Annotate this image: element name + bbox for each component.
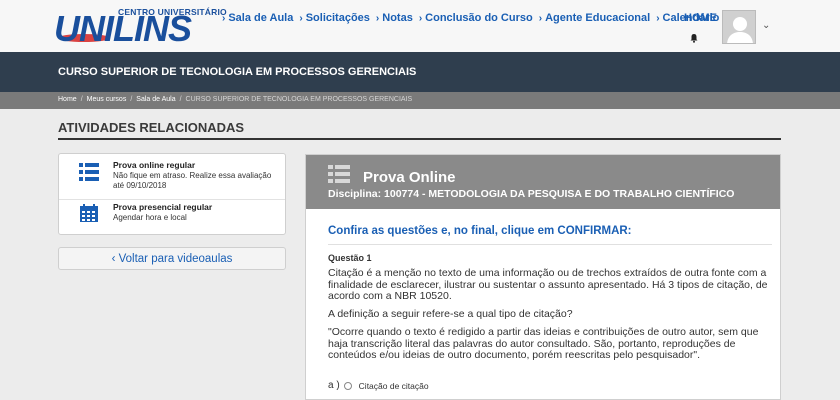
chevron-right-icon: › — [656, 12, 660, 24]
answer-option-a[interactable]: a ) Citação de citação — [328, 380, 429, 391]
nav-label: Sala de Aula — [228, 12, 294, 24]
activity-online-exam[interactable]: Prova online regular Não fique em atraso… — [59, 160, 285, 200]
top-navbar: CENTRO UNIVERSITÁRIO UNILINS › Sala de A… — [0, 0, 840, 52]
user-silhouette-icon — [727, 17, 753, 43]
exam-panel: Prova Online Disciplina: 100774 - METODO… — [305, 154, 781, 400]
breadcrumb-meus-cursos[interactable]: Meus cursos — [87, 96, 127, 103]
list-icon — [328, 165, 350, 183]
logo-title: UNILINS — [54, 8, 192, 49]
chevron-down-icon[interactable]: ⌄ — [762, 20, 770, 31]
nav-conclusao-do-curso[interactable]: › Conclusão do Curso — [419, 12, 533, 24]
back-button-label: Voltar para videoaulas — [118, 253, 233, 265]
breadcrumb: Home / Meus cursos / Sala de Aula / CURS… — [58, 96, 412, 103]
exam-subject: Disciplina: 100774 - METODOLOGIA DA PESQ… — [328, 188, 735, 200]
activity-description: Não fique em atraso. Realize essa avalia… — [113, 171, 272, 180]
related-activities-card: Prova online regular Não fique em atraso… — [58, 153, 286, 235]
chevron-right-icon: › — [375, 12, 380, 24]
section-title: ATIVIDADES RELACIONADAS — [58, 120, 245, 135]
chevron-right-icon: › — [299, 12, 303, 24]
bell-icon[interactable] — [689, 33, 699, 43]
activity-title: Prova online regular — [113, 160, 196, 170]
nav-label: Notas — [382, 12, 413, 24]
back-to-videos-button[interactable]: ‹ Voltar para videoaulas — [58, 247, 286, 270]
exam-title: Prova Online — [363, 169, 456, 186]
breadcrumb-home[interactable]: Home — [58, 96, 77, 103]
activity-deadline: até 09/10/2018 — [113, 181, 167, 190]
breadcrumb-separator: / — [80, 96, 83, 103]
exam-instruction: Confira as questões e, no final, clique … — [328, 225, 632, 237]
option-radio[interactable] — [343, 381, 352, 390]
question-prompt: A definição a seguir refere-se a qual ti… — [328, 308, 573, 320]
breadcrumb-current: CURSO SUPERIOR DE TECNOLOGIA EM PROCESSO… — [185, 96, 413, 103]
activity-description: Agendar hora e local — [113, 213, 187, 222]
avatar[interactable] — [722, 10, 756, 44]
breadcrumb-sala-de-aula[interactable]: Sala de Aula — [136, 96, 175, 103]
divider — [328, 244, 772, 245]
question-paragraph: Citação é a menção no texto de uma infor… — [328, 267, 768, 302]
chevron-right-icon: › — [222, 12, 226, 24]
course-title: CURSO SUPERIOR DE TECNOLOGIA EM PROCESSO… — [58, 66, 417, 78]
option-text: Citação de citação — [358, 380, 429, 391]
main-nav: › Sala de Aula › Solicitações › Notas › … — [222, 12, 719, 24]
list-icon — [79, 163, 99, 181]
chevron-left-icon: ‹ — [111, 253, 116, 265]
chevron-right-icon: › — [418, 12, 423, 24]
breadcrumb-separator: / — [130, 96, 133, 103]
unilins-logo[interactable]: CENTRO UNIVERSITÁRIO UNILINS — [54, 6, 227, 49]
nav-label: Conclusão do Curso — [425, 12, 533, 24]
nav-label: Agente Educacional — [545, 12, 651, 24]
option-letter: a ) — [328, 380, 340, 391]
nav-home[interactable]: HOME — [684, 12, 717, 24]
nav-label: Solicitações — [305, 12, 370, 24]
nav-sala-de-aula[interactable]: › Sala de Aula — [222, 12, 293, 24]
breadcrumb-separator: / — [179, 96, 182, 103]
section-divider — [58, 138, 781, 140]
chevron-right-icon: › — [538, 12, 543, 24]
nav-solicitacoes[interactable]: › Solicitações — [299, 12, 370, 24]
question-label: Questão 1 — [328, 253, 372, 263]
calendar-icon — [80, 204, 98, 222]
exam-header: Prova Online Disciplina: 100774 - METODO… — [306, 155, 780, 209]
activity-inperson-exam[interactable]: Prova presencial regular Agendar hora e … — [59, 202, 285, 234]
question-quote: "Ocorre quando o texto é redigido a part… — [328, 326, 759, 361]
nav-notas[interactable]: › Notas — [376, 12, 413, 24]
activity-title: Prova presencial regular — [113, 202, 213, 212]
nav-agente-educacional[interactable]: › Agente Educacional — [539, 12, 650, 24]
